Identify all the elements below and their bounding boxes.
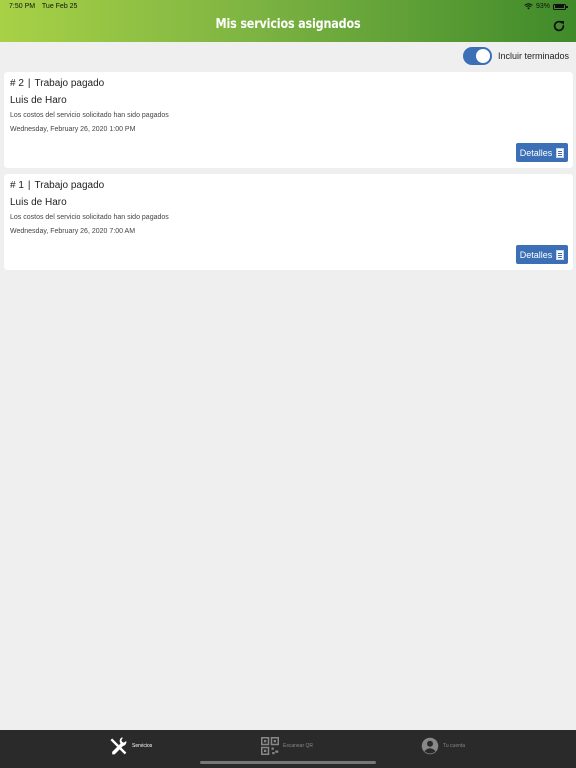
tab-account[interactable]: Tu cuenta xyxy=(421,736,465,756)
details-button-label: Detalles xyxy=(519,249,553,260)
tools-icon xyxy=(110,737,127,755)
service-number: # 1 xyxy=(10,180,24,191)
battery-percent: 93% xyxy=(535,3,550,10)
status-time: 7:50 PM xyxy=(9,3,36,10)
wifi-icon xyxy=(524,3,533,10)
service-description: Los costos del servicio solicitado han s… xyxy=(10,112,169,119)
service-heading: # 1 | Trabajo pagado xyxy=(10,180,104,191)
details-button[interactable]: Detalles xyxy=(516,245,568,264)
service-status: Trabajo pagado xyxy=(34,180,105,191)
service-client: Luis de Haro xyxy=(10,197,67,208)
home-indicator xyxy=(200,761,376,764)
app-header: 7:50 PM Tue Feb 25 93% Mis servicios asi… xyxy=(0,0,576,42)
toggle-knob xyxy=(475,49,490,63)
battery-icon xyxy=(553,3,568,10)
status-bar: 7:50 PM Tue Feb 25 93% xyxy=(0,0,576,14)
include-finished-filter: Incluir terminados xyxy=(462,46,569,66)
status-date: Tue Feb 25 xyxy=(41,3,78,10)
service-date: Wednesday, February 26, 2020 1:00 PM xyxy=(10,126,136,133)
tab-scan-qr[interactable]: Escanear QR xyxy=(261,736,313,756)
tab-services-label: Servicios xyxy=(132,743,153,749)
document-icon xyxy=(556,147,565,158)
tab-scan-qr-label: Escanear QR xyxy=(283,743,314,749)
include-finished-label: Incluir terminados xyxy=(497,51,569,61)
page-title: Mis servicios asignados xyxy=(215,17,361,32)
tab-account-label: Tu cuenta xyxy=(443,743,466,749)
separator: | xyxy=(27,78,31,89)
service-card: # 2 | Trabajo pagado Luis de Haro Los cost… xyxy=(4,72,573,168)
service-number: # 2 xyxy=(10,78,24,89)
include-finished-toggle[interactable] xyxy=(462,47,492,65)
service-description: Los costos del servicio solicitado han s… xyxy=(10,214,169,221)
service-date: Wednesday, February 26, 2020 7:00 AM xyxy=(10,228,136,235)
details-button[interactable]: Detalles xyxy=(516,143,568,162)
service-card: # 1 | Trabajo pagado Luis de Haro Los cost… xyxy=(4,174,573,270)
separator: | xyxy=(27,180,31,191)
service-client: Luis de Haro xyxy=(10,95,67,106)
bottom-tab-bar: Servicios Escanear QR Tu cuenta xyxy=(0,730,576,768)
document-icon xyxy=(556,249,565,260)
details-button-label: Detalles xyxy=(519,147,553,158)
service-heading: # 2 | Trabajo pagado xyxy=(10,78,104,89)
refresh-icon[interactable] xyxy=(552,19,566,33)
qr-code-icon xyxy=(261,737,279,755)
tab-services[interactable]: Servicios xyxy=(108,736,152,756)
user-icon xyxy=(421,737,439,755)
service-status: Trabajo pagado xyxy=(34,78,105,89)
